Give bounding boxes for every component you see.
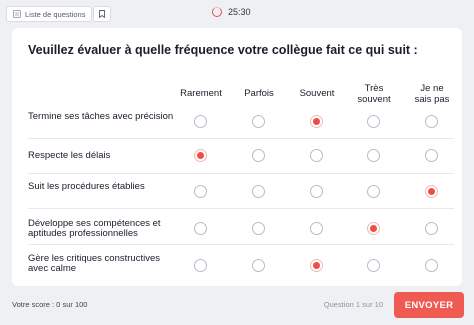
radio-parfois[interactable] [252,115,265,128]
radio-je-ne-sais-pas[interactable] [425,149,438,162]
column-header-je-ne-sais-pas: Je ne sais pas [414,83,450,105]
radio-tres-souvent[interactable] [367,149,380,162]
radio-tres-souvent[interactable] [367,185,380,198]
radio-rarement[interactable] [194,149,207,162]
score-text: Votre score : 0 sur 100 [12,300,88,309]
radio-souvent[interactable] [310,222,323,235]
row-divider [28,173,454,174]
timer: 25:30 [212,7,251,17]
column-header-souvent: Souvent [299,88,335,99]
radio-souvent[interactable] [310,259,323,272]
radio-je-ne-sais-pas[interactable] [425,115,438,128]
radio-tres-souvent[interactable] [367,222,380,235]
top-bar: Liste de questions 25:30 [0,0,474,28]
radio-je-ne-sais-pas[interactable] [425,259,438,272]
questions-list-button[interactable]: Liste de questions [6,6,93,22]
question-card: Veuillez évaluer à quelle fréquence votr… [12,28,462,286]
row-label-precision: Termine ses tâches avec précision [28,111,174,122]
timer-icon [212,7,222,17]
column-header-parfois: Parfois [244,88,274,99]
radio-parfois[interactable] [252,149,265,162]
bookmark-icon [99,10,105,18]
question-text: Veuillez évaluer à quelle fréquence votr… [28,43,418,57]
questions-list-label: Liste de questions [25,9,86,19]
radio-tres-souvent[interactable] [367,115,380,128]
radio-parfois[interactable] [252,185,265,198]
radio-rarement[interactable] [194,185,207,198]
radio-souvent[interactable] [310,149,323,162]
row-divider [28,138,454,139]
row-divider [28,244,454,245]
radio-je-ne-sais-pas[interactable] [425,185,438,198]
radio-rarement[interactable] [194,115,207,128]
radio-je-ne-sais-pas[interactable] [425,222,438,235]
row-label-critiques: Gère les critiques constructives avec ca… [28,253,160,274]
timer-value: 25:30 [228,7,251,17]
column-header-tres-souvent: Très souvent [357,83,391,105]
row-label-procedures: Suit les procédures établies [28,181,145,192]
question-counter: Question 1 sur 10 [323,300,383,309]
column-header-rarement: Rarement [180,88,222,99]
radio-souvent[interactable] [310,185,323,198]
list-icon [13,10,21,18]
radio-rarement[interactable] [194,222,207,235]
row-divider [28,208,454,209]
bookmark-button[interactable] [93,6,111,22]
radio-parfois[interactable] [252,222,265,235]
row-label-delais: Respecte les délais [28,150,111,161]
radio-tres-souvent[interactable] [367,259,380,272]
radio-rarement[interactable] [194,259,207,272]
radio-souvent[interactable] [310,115,323,128]
row-label-competences: Développe ses compétences et aptitudes p… [28,218,161,239]
send-button[interactable]: ENVOYER [394,292,464,318]
radio-parfois[interactable] [252,259,265,272]
